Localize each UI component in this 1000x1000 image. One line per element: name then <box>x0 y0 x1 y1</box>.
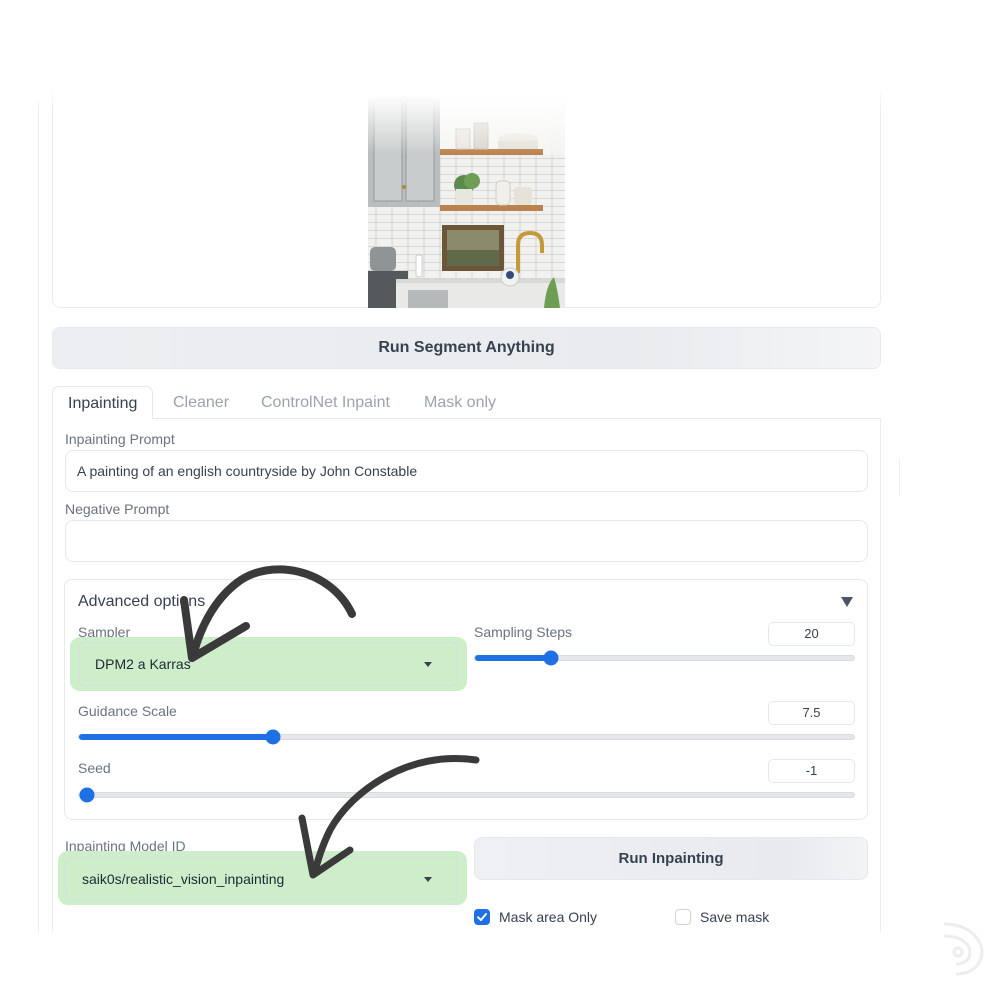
advanced-options-panel <box>64 579 868 820</box>
seed-input[interactable]: -1 <box>768 759 855 783</box>
inpainting-prompt-label: Inpainting Prompt <box>65 431 175 447</box>
sampling-steps-slider-fill <box>475 655 551 661</box>
input-image[interactable] <box>368 95 565 308</box>
model-id-dropdown[interactable]: saik0s/realistic_vision_inpainting <box>65 857 458 900</box>
seed-slider[interactable] <box>78 787 855 803</box>
top-fade <box>0 0 1000 110</box>
guidance-scale-slider[interactable] <box>78 729 855 745</box>
sampling-steps-label: Sampling Steps <box>474 624 573 640</box>
mask-area-only-checkbox[interactable] <box>474 909 490 925</box>
save-mask-checkbox[interactable] <box>675 909 691 925</box>
model-id-value: saik0s/realistic_vision_inpainting <box>82 870 285 887</box>
kitchen-image-icon <box>368 95 565 308</box>
tab-controlnet-inpaint[interactable]: ControlNet Inpaint <box>261 386 390 419</box>
brand-logo-icon <box>943 922 984 976</box>
mask-area-only-label[interactable]: Mask area Only <box>499 909 597 925</box>
save-mask-label[interactable]: Save mask <box>700 909 769 925</box>
guidance-scale-label: Guidance Scale <box>78 703 177 719</box>
tab-cleaner[interactable]: Cleaner <box>173 386 229 419</box>
seed-label: Seed <box>78 760 111 776</box>
tab-inpainting[interactable]: Inpainting <box>52 386 154 419</box>
tab-mask-only[interactable]: Mask only <box>424 386 496 419</box>
negative-prompt-input[interactable] <box>65 520 868 562</box>
guidance-scale-slider-thumb[interactable] <box>265 729 281 745</box>
triangle-down-icon[interactable] <box>840 596 854 608</box>
run-segment-anything-button[interactable]: Run Segment Anything <box>52 327 881 369</box>
checkmark-icon <box>477 913 487 921</box>
caret-down-icon <box>424 662 432 667</box>
run-inpainting-button[interactable]: Run Inpainting <box>474 837 868 880</box>
caret-down-icon <box>424 877 432 882</box>
inpainting-prompt-input[interactable]: A painting of an english countryside by … <box>65 450 868 492</box>
negative-prompt-label: Negative Prompt <box>65 501 170 517</box>
guidance-scale-slider-fill <box>79 734 273 740</box>
tab-bar: Inpainting Cleaner ControlNet Inpaint Ma… <box>52 386 881 419</box>
seed-slider-thumb[interactable] <box>79 787 95 803</box>
advanced-options-title[interactable]: Advanced options <box>78 593 205 611</box>
sampling-steps-slider[interactable] <box>474 650 855 666</box>
sampler-value: DPM2 a Karras <box>95 656 191 672</box>
sampling-steps-slider-thumb[interactable] <box>543 650 559 666</box>
sampler-dropdown[interactable]: DPM2 a Karras <box>78 642 458 686</box>
guidance-scale-input[interactable]: 7.5 <box>768 701 855 725</box>
divider <box>899 458 900 496</box>
sampling-steps-input[interactable]: 20 <box>768 622 855 646</box>
page-left-border <box>38 100 39 932</box>
